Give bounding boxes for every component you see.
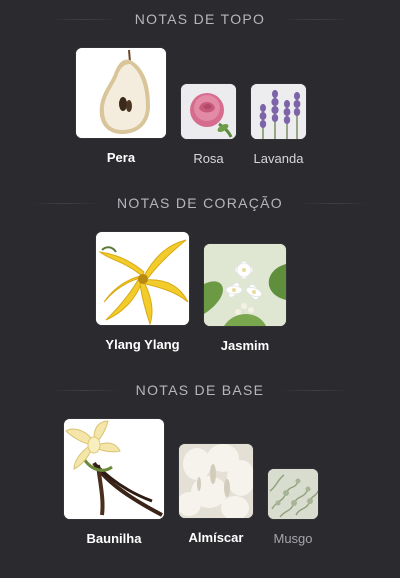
section-title: NOTAS DE CORAÇÃO	[116, 195, 283, 211]
divider	[48, 18, 119, 20]
divider	[281, 18, 352, 20]
musk-icon	[179, 444, 253, 518]
divider	[30, 202, 101, 204]
note-label: Baunilha	[86, 531, 142, 546]
note-label: Lavanda	[253, 151, 304, 166]
section-title: NOTAS DE BASE	[135, 382, 265, 398]
note-label: Rosa	[193, 151, 224, 166]
note-label: Ylang Ylang	[105, 337, 180, 352]
section-header-heart-notes: NOTAS DE CORAÇÃO	[0, 193, 400, 213]
note-label: Jasmim	[220, 338, 270, 353]
note-item-lavender[interactable]: Lavanda	[251, 84, 306, 166]
pear-icon	[76, 48, 166, 138]
section-header-base-notes: NOTAS DE BASE	[0, 380, 400, 400]
ylang-ylang-icon	[96, 232, 189, 325]
note-label: Almíscar	[188, 530, 244, 545]
vanilla-icon	[64, 419, 164, 519]
note-label: Musgo	[273, 531, 313, 546]
moss-icon	[268, 469, 318, 519]
divider	[49, 389, 120, 391]
rose-icon	[181, 84, 236, 139]
jasmine-icon	[204, 244, 286, 326]
note-item-vanilla[interactable]: Baunilha	[64, 419, 164, 546]
divider	[299, 202, 369, 204]
note-label: Pera	[106, 150, 136, 165]
note-item-jasmine[interactable]: Jasmim	[204, 244, 286, 353]
lavender-icon	[251, 84, 306, 139]
note-item-ylang-ylang[interactable]: Ylang Ylang	[96, 232, 189, 352]
note-item-pear[interactable]: Pera	[76, 48, 166, 165]
section-title: NOTAS DE TOPO	[134, 11, 266, 27]
note-item-moss[interactable]: Musgo	[268, 469, 318, 546]
section-header-top-notes: NOTAS DE TOPO	[0, 9, 400, 29]
note-item-musk[interactable]: Almíscar	[179, 444, 253, 545]
note-item-rose[interactable]: Rosa	[181, 84, 236, 166]
divider	[280, 389, 351, 391]
